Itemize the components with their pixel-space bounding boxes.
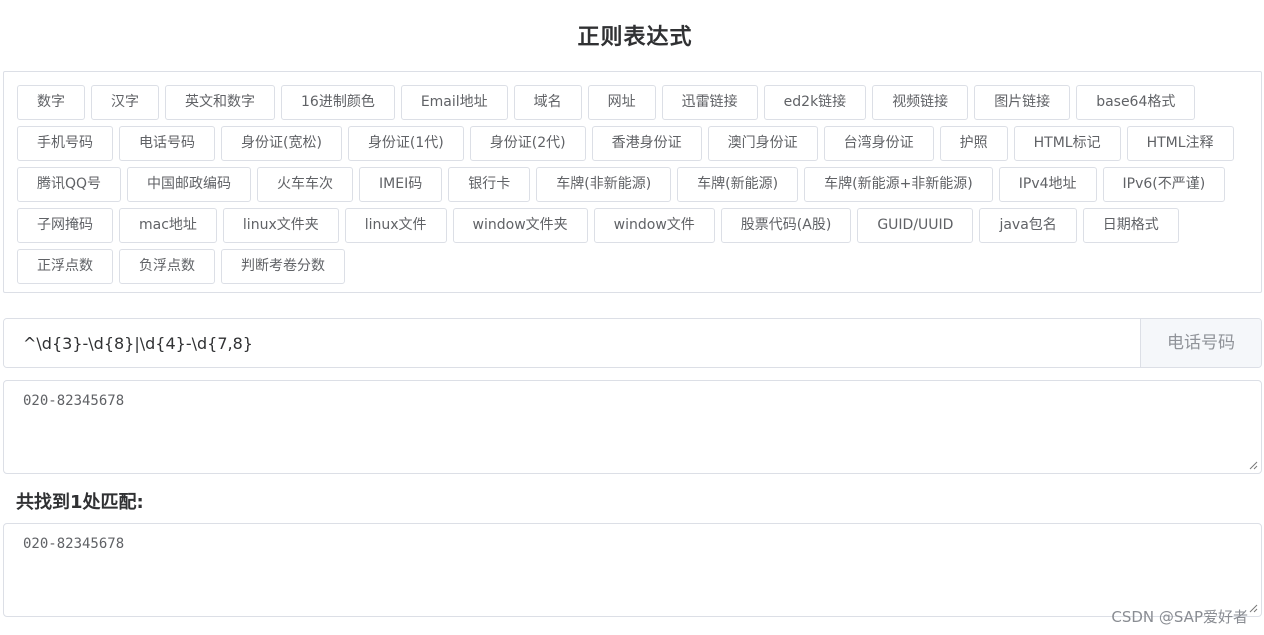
preset-button[interactable]: 英文和数字 bbox=[165, 85, 275, 120]
preset-button[interactable]: base64格式 bbox=[1076, 85, 1196, 120]
preset-button[interactable]: 手机号码 bbox=[17, 126, 113, 161]
preset-button[interactable]: 中国邮政编码 bbox=[127, 167, 252, 202]
preset-button[interactable]: linux文件 bbox=[344, 208, 447, 243]
preset-button[interactable]: 视频链接 bbox=[872, 85, 969, 120]
resize-handle-icon[interactable] bbox=[1248, 460, 1258, 470]
preset-button[interactable]: 火车车次 bbox=[257, 167, 354, 202]
preset-button[interactable]: 汉字 bbox=[91, 85, 159, 120]
preset-button[interactable]: 日期格式 bbox=[1082, 208, 1179, 243]
preset-button[interactable]: 护照 bbox=[939, 126, 1008, 161]
preset-button[interactable]: 身份证(2代) bbox=[469, 126, 586, 161]
preset-button[interactable]: window文件 bbox=[593, 208, 715, 243]
preset-button[interactable]: 正浮点数 bbox=[17, 249, 113, 284]
preset-button[interactable]: IPv4地址 bbox=[998, 167, 1097, 202]
preset-button[interactable]: IMEI码 bbox=[359, 167, 443, 202]
preset-pattern-list: 数字 汉字 英文和数字 16进制颜色 Email地址 域名 网址 迅雷链接 ed2k链接 视频链接… bbox=[3, 71, 1262, 293]
preset-button[interactable]: 身份证(1代) bbox=[347, 126, 464, 161]
preset-button[interactable]: 迅雷链接 bbox=[661, 85, 758, 120]
resize-handle-icon[interactable] bbox=[1248, 603, 1258, 613]
preset-button[interactable]: HTML标记 bbox=[1013, 126, 1121, 161]
preset-button[interactable]: 电话号码 bbox=[119, 126, 215, 161]
preset-button[interactable]: linux文件夹 bbox=[222, 208, 339, 243]
preset-button[interactable]: 图片链接 bbox=[974, 85, 1071, 120]
preset-button[interactable]: mac地址 bbox=[119, 208, 217, 243]
preset-button[interactable]: 域名 bbox=[513, 85, 582, 120]
test-text-input[interactable]: 020-82345678 bbox=[3, 380, 1262, 474]
preset-button[interactable]: 判断考卷分数 bbox=[221, 249, 345, 284]
preset-button[interactable]: 腾讯QQ号 bbox=[17, 167, 122, 202]
page-title: 正则表达式 bbox=[577, 25, 693, 50]
preset-button[interactable]: 车牌(新能源) bbox=[677, 167, 799, 202]
preset-button[interactable]: window文件夹 bbox=[452, 208, 588, 243]
regex-pattern-input[interactable] bbox=[4, 319, 1140, 367]
preset-button[interactable]: 车牌(新能源+非新能源) bbox=[804, 167, 993, 202]
preset-button[interactable]: Email地址 bbox=[400, 85, 508, 120]
preset-button[interactable]: 数字 bbox=[17, 85, 85, 120]
preset-button[interactable]: 负浮点数 bbox=[119, 249, 215, 284]
preset-button[interactable]: 身份证(宽松) bbox=[221, 126, 342, 161]
preset-button[interactable]: ed2k链接 bbox=[763, 85, 867, 120]
preset-button[interactable]: 澳门身份证 bbox=[707, 126, 818, 161]
preset-button[interactable]: GUID/UUID bbox=[857, 208, 974, 243]
preset-button[interactable]: java包名 bbox=[979, 208, 1077, 243]
watermark: CSDN @SAP爱好者 bbox=[1111, 608, 1248, 626]
pattern-input-group: 电话号码 bbox=[3, 318, 1262, 368]
preset-button[interactable]: 网址 bbox=[587, 85, 656, 120]
preset-button[interactable]: 台湾身份证 bbox=[823, 126, 934, 161]
preset-button[interactable]: 香港身份证 bbox=[591, 126, 702, 161]
preset-button[interactable]: 股票代码(A股) bbox=[720, 208, 852, 243]
preset-button[interactable]: HTML注释 bbox=[1126, 126, 1234, 161]
match-count-label: 共找到1处匹配: bbox=[16, 492, 144, 513]
preset-button[interactable]: 车牌(非新能源) bbox=[536, 167, 672, 202]
preset-button[interactable]: 16进制颜色 bbox=[281, 85, 395, 120]
preset-button[interactable]: 银行卡 bbox=[448, 167, 531, 202]
pattern-type-label: 电话号码 bbox=[1140, 319, 1261, 367]
preset-button[interactable]: IPv6(不严谨) bbox=[1102, 167, 1226, 202]
match-result-output[interactable]: 020-82345678 bbox=[3, 523, 1262, 617]
preset-button[interactable]: 子网掩码 bbox=[17, 208, 113, 243]
